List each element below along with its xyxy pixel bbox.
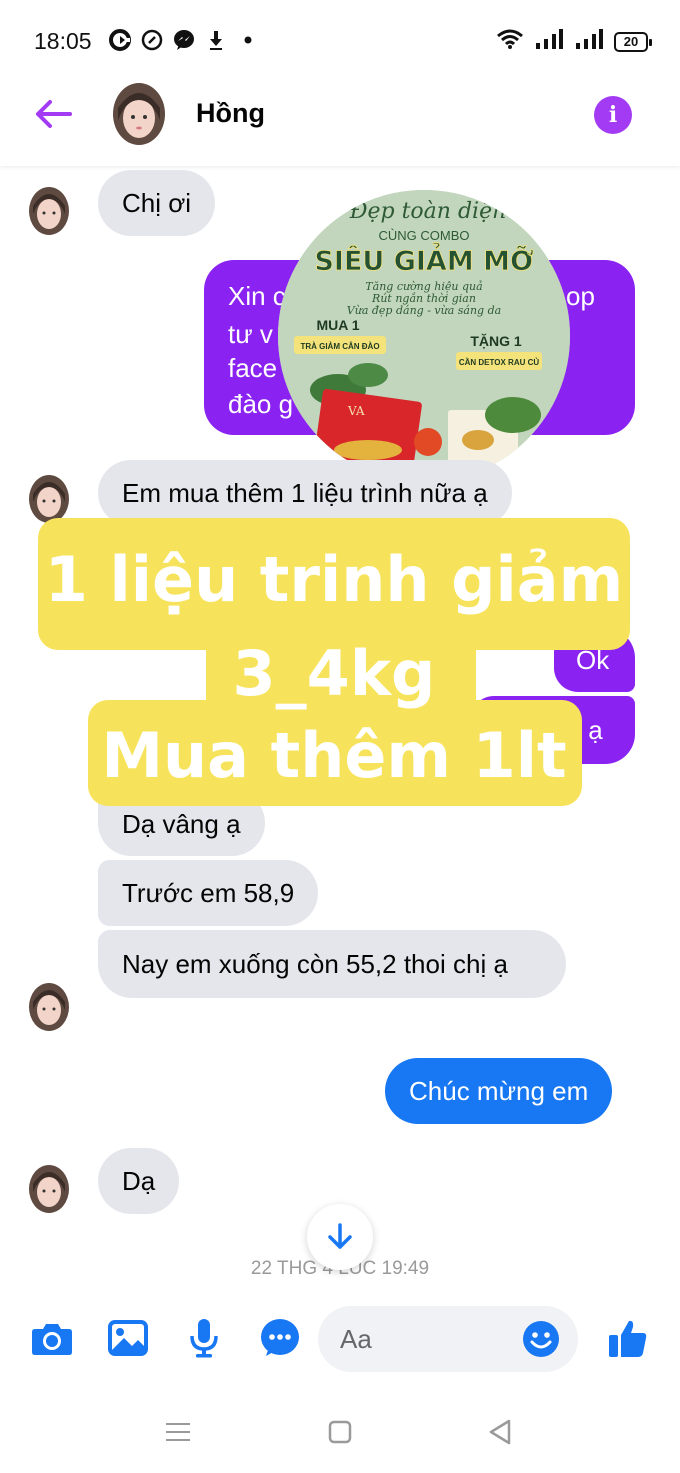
scroll-to-bottom-button[interactable] [307, 1204, 373, 1270]
back-nav-button[interactable] [484, 1416, 516, 1448]
signal-icon [534, 28, 564, 55]
more-actions-button[interactable] [258, 1316, 302, 1360]
microphone-icon [190, 1319, 218, 1358]
overlay-text-line: 1 liệu trinh giảm [44, 543, 624, 616]
like-button[interactable] [606, 1316, 650, 1360]
gallery-button[interactable] [106, 1316, 150, 1360]
composer-bar: Aa [0, 1290, 680, 1390]
message-bubble-sent[interactable]: Chúc mừng em [385, 1058, 613, 1124]
message-text: Chúc mừng em [409, 1076, 589, 1106]
message-text: Dạ vâng ạ [122, 809, 241, 839]
triangle-back-icon [489, 1419, 511, 1445]
image-icon [108, 1320, 148, 1356]
contact-name[interactable]: Hồng [196, 98, 265, 129]
promo-title: SIÊU GIẢM MỠ [314, 242, 533, 277]
promo-image: Đẹp toàn diện CÙNG COMBO SIÊU GIẢM MỠ Tă… [278, 190, 570, 482]
signal-icon [574, 28, 604, 55]
message-bubble-received[interactable]: Trước em 58,9 [98, 860, 319, 926]
ccleaner-icon [108, 28, 132, 52]
message-text: Em mua thêm 1 liệu trình nữa ạ [122, 478, 488, 508]
overlay-text-line: 3_4kg [232, 637, 436, 710]
battery-indicator: 20 [614, 31, 652, 52]
status-bar: 18:05 20 [0, 0, 680, 80]
arrow-left-icon [36, 100, 72, 128]
message-text: Nay em xuống còn 55,2 thoi chị ạ [122, 949, 508, 979]
svg-text:VA: VA [347, 404, 365, 418]
message-bubble-received[interactable]: Nay em xuống còn 55,2 thoi chị ạ [98, 930, 566, 998]
dot-icon [236, 28, 260, 52]
back-button[interactable] [28, 94, 78, 134]
camera-button[interactable] [30, 1316, 74, 1360]
notification-icons [108, 28, 260, 52]
promo-buy-label: MUA 1 [316, 317, 359, 333]
more-icon [261, 1319, 299, 1356]
menu-icon [166, 1423, 190, 1441]
promo-subtitle: CÙNG COMBO [379, 228, 470, 243]
emoji-icon [523, 1321, 559, 1357]
thumbs-up-icon [609, 1320, 647, 1357]
system-navigation-bar [0, 1390, 680, 1473]
message-input[interactable]: Aa [318, 1306, 578, 1372]
promo-tagline: Vừa đẹp dáng - vừa sáng da [347, 304, 501, 317]
arrow-down-icon [328, 1223, 352, 1249]
promo-gift-item: CẦN DETOX RAU CỦ [459, 357, 540, 367]
message-avatar[interactable] [28, 1162, 70, 1214]
message-text: Chị ơi [122, 188, 192, 218]
emoji-button[interactable] [522, 1320, 560, 1363]
promo-script-title: Đẹp toàn diện [349, 199, 507, 224]
messenger-icon [172, 28, 196, 52]
info-icon: i [608, 102, 618, 128]
home-button[interactable] [324, 1416, 356, 1448]
message-text: đào g [228, 389, 294, 419]
camera-icon [32, 1324, 72, 1355]
promo-gift-label: TẶNG 1 [470, 333, 522, 349]
overlay-text-line: Mua thêm 1lt [101, 719, 567, 792]
status-time: 18:05 [34, 28, 92, 54]
message-text: tư v [228, 319, 273, 349]
message-bubble-received[interactable]: Chị ơi [98, 170, 216, 236]
message-text: face [228, 353, 278, 383]
info-button[interactable]: i [594, 96, 632, 134]
message-bubble-received[interactable]: Em mua thêm 1 liệu trình nữa ạ [98, 460, 512, 526]
status-right: 20 [496, 28, 652, 55]
message-text: Dạ [122, 1166, 156, 1196]
download-icon [204, 28, 228, 52]
message-text: Trước em 58,9 [122, 878, 295, 908]
message-text: Xin c [228, 281, 286, 311]
shazam-icon [140, 28, 164, 52]
message-bubble-received[interactable]: Dạ [98, 1148, 180, 1214]
recent-apps-button[interactable] [162, 1416, 194, 1448]
message-avatar[interactable] [28, 472, 70, 524]
conversation-header: Hồng i [0, 80, 680, 166]
message-avatar[interactable] [28, 980, 70, 1032]
wifi-icon [496, 28, 524, 55]
contact-avatar[interactable] [112, 80, 166, 146]
voice-button[interactable] [182, 1316, 226, 1360]
message-input-placeholder: Aa [340, 1324, 372, 1354]
message-avatar[interactable] [28, 184, 70, 236]
square-icon [328, 1420, 352, 1444]
promo-buy-item: TRÀ GIẢM CÂN ĐÀO [300, 342, 379, 351]
message-text: op [566, 281, 595, 311]
